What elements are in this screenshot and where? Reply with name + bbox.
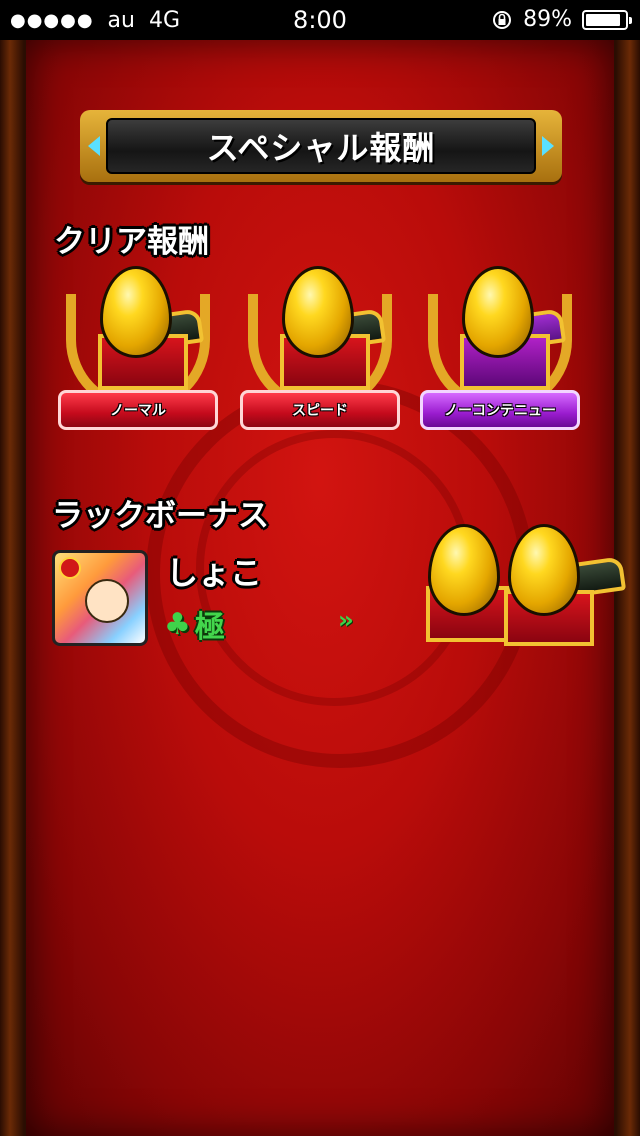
page-title: スペシャル報酬 [206, 129, 436, 167]
reward-no-continue: ノーコンテニュー [420, 262, 580, 452]
rotation-lock-icon [493, 10, 512, 29]
luck-bonus-heading: ラックボーナス [52, 498, 269, 534]
banner-left-arrow-icon [88, 136, 100, 156]
battery-icon [582, 9, 632, 30]
reward-ribbon: ノーコンテニュー [420, 390, 580, 430]
character-avatar [52, 550, 148, 646]
status-bar: ●●●●● au 4G 8:00 89% [0, 0, 640, 40]
element-badge-icon [59, 557, 81, 579]
golden-egg-icon [282, 266, 354, 358]
character-face [85, 579, 129, 623]
luck-indicator: ♣ 極 [164, 602, 225, 646]
golden-egg-icon [428, 524, 500, 616]
golden-egg-icon [508, 524, 580, 616]
banner-right-arrow-icon [542, 136, 554, 156]
reward-label: ノーコンテニュー [444, 403, 556, 419]
reward-label: スピード [292, 403, 348, 419]
reward-normal: ノーマル [58, 262, 218, 452]
battery-percent: 89% [523, 7, 572, 32]
character-name: しょこ [166, 554, 263, 592]
reward-label: ノーマル [110, 403, 166, 419]
title-banner: スペシャル報酬 [80, 110, 562, 182]
battery-fill [586, 13, 620, 26]
golden-egg-icon [100, 266, 172, 358]
clover-icon: ♣ [164, 606, 191, 642]
golden-egg-icon [462, 266, 534, 358]
reward-ribbon: スピード [240, 390, 400, 430]
reward-ribbon: ノーマル [58, 390, 218, 430]
reward-speed: スピード [240, 262, 400, 452]
luck-value: 極 [194, 610, 225, 645]
double-arrow-icon: ›› [338, 606, 354, 634]
clear-reward-heading: クリア報酬 [54, 224, 209, 260]
bonus-reward [420, 520, 640, 650]
